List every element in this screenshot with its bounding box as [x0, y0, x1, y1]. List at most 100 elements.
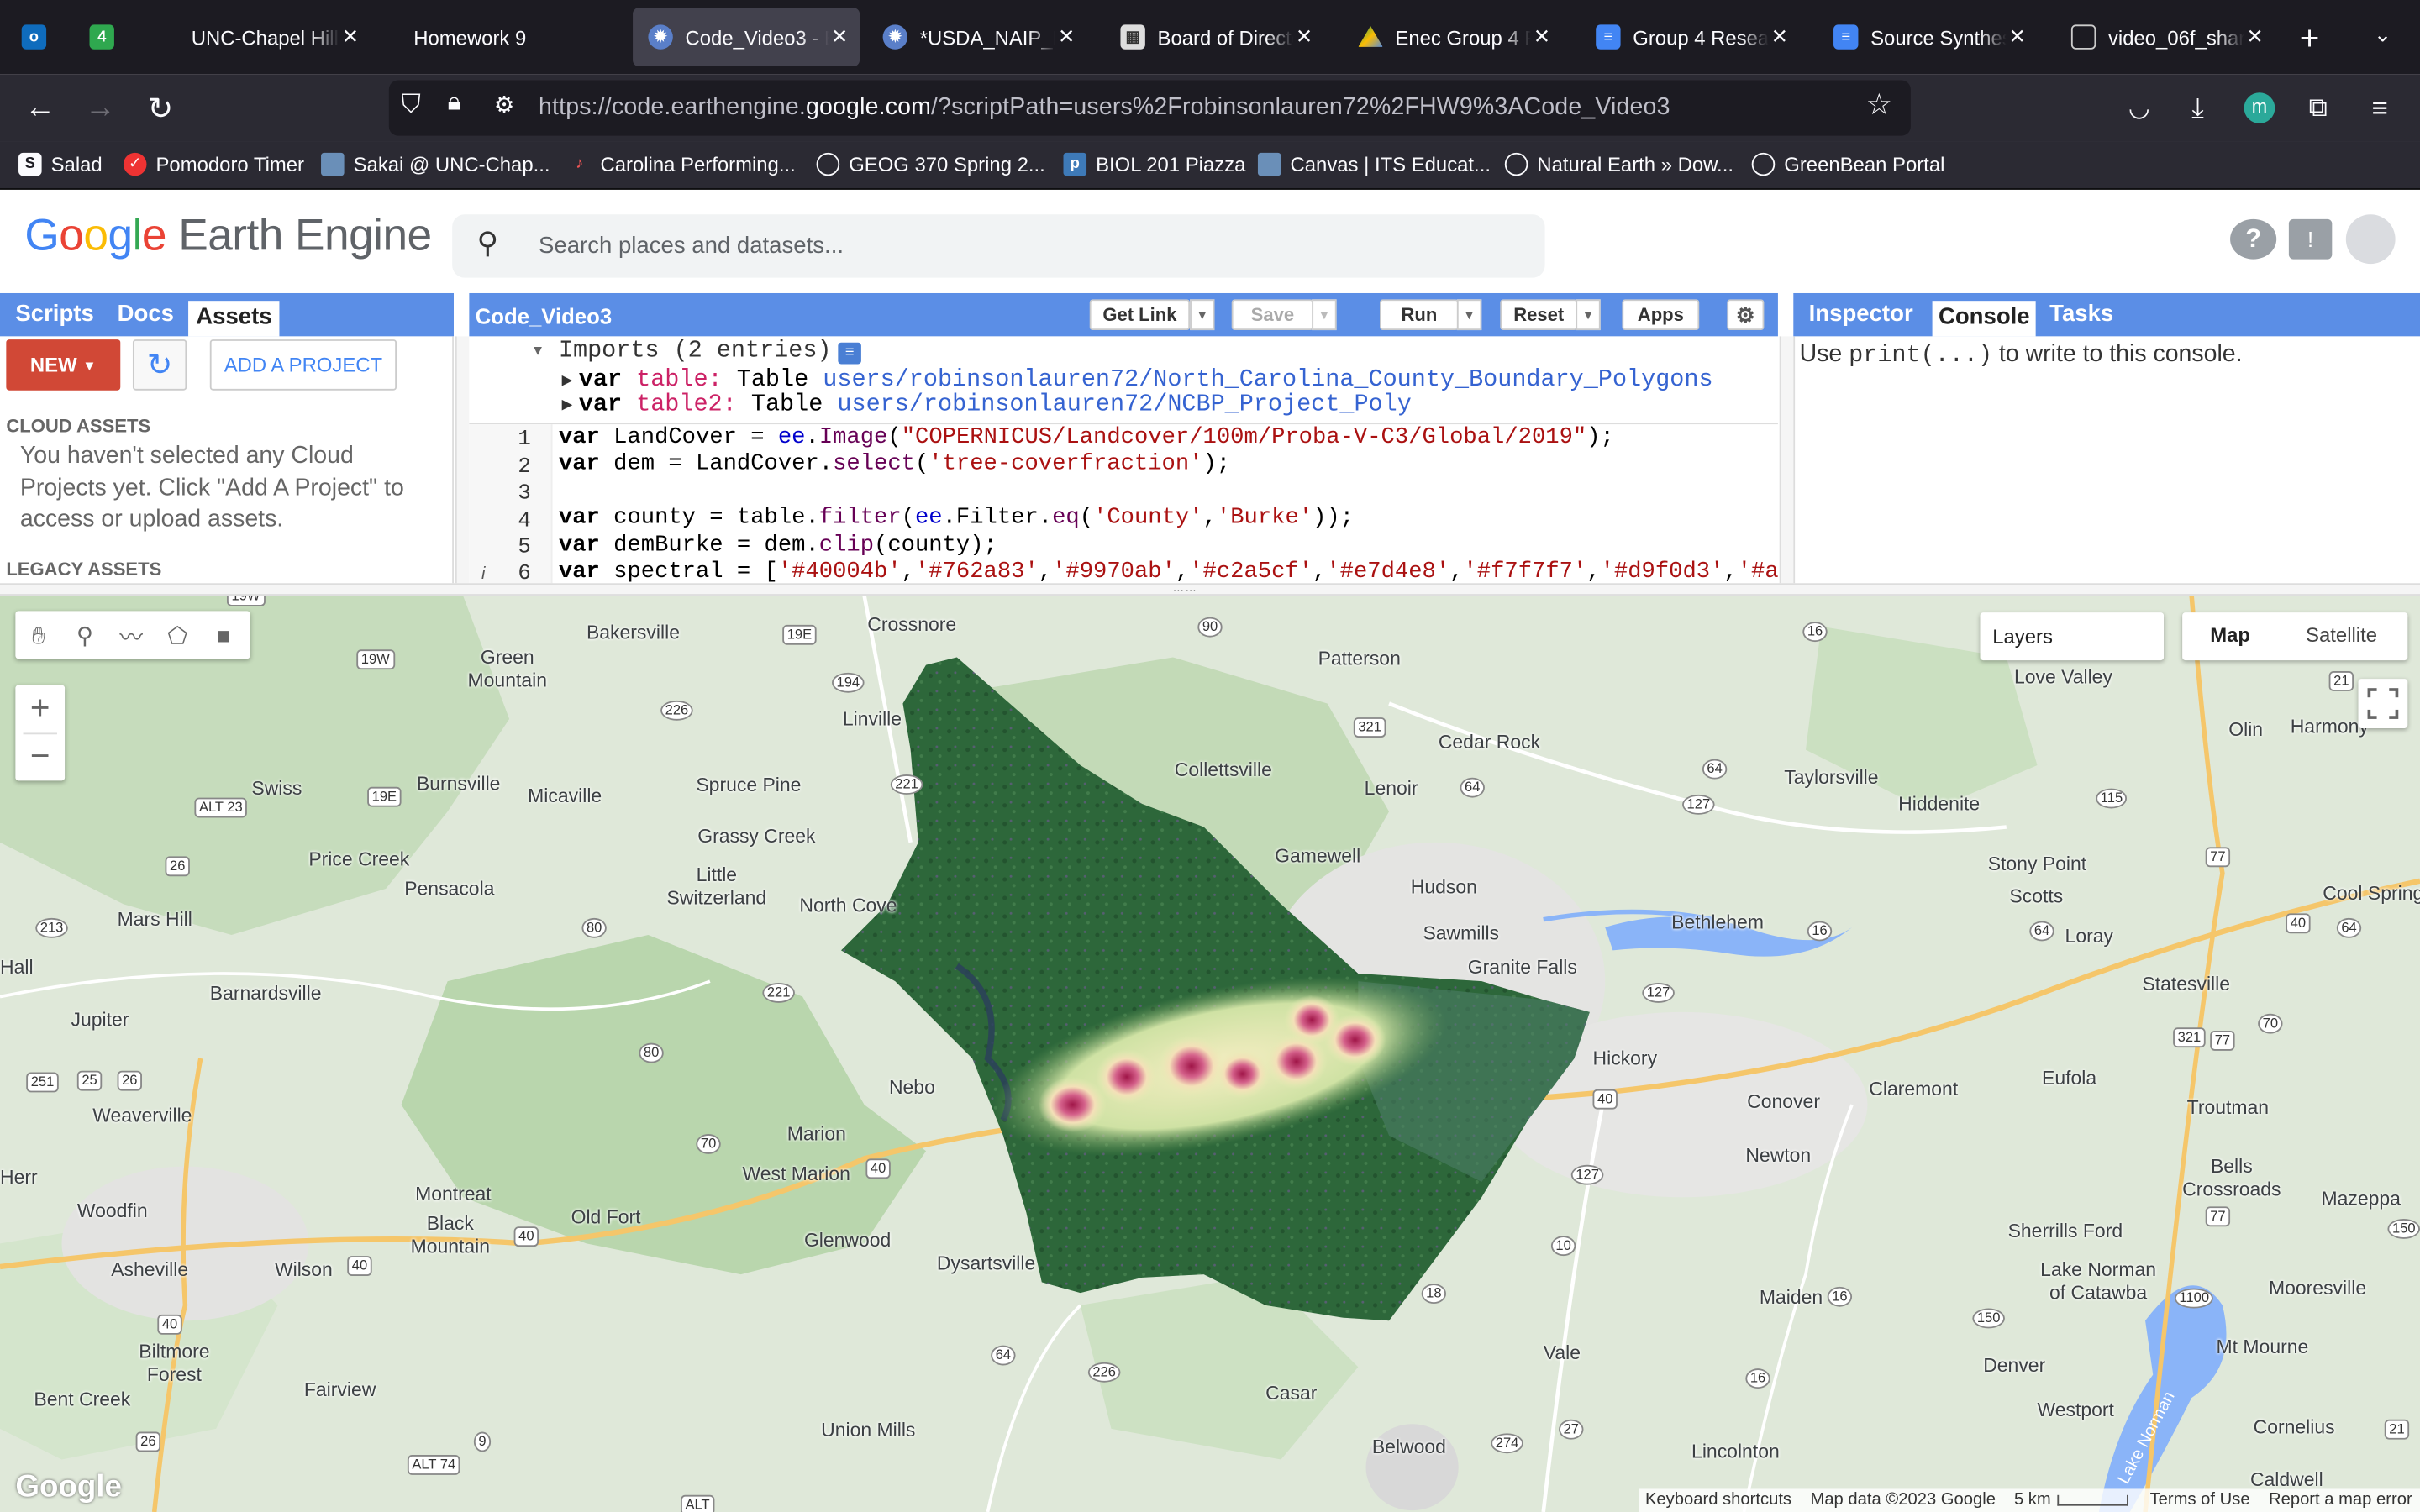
expand-icon[interactable]: ▶: [562, 372, 573, 389]
bookmark-salad[interactable]: S Salad: [18, 152, 103, 176]
zoom-in-icon[interactable]: +: [15, 685, 65, 733]
import-path[interactable]: users/robinsonlauren72/North_Carolina_Co…: [823, 365, 1712, 393]
avatar[interactable]: [2345, 214, 2396, 265]
bookmark-greenbean[interactable]: GreenBean Portal: [1751, 152, 1944, 176]
map-canvas[interactable]: Bakersville Crossnore Patterson Love Val…: [0, 595, 2420, 1512]
map-splitter[interactable]: [0, 583, 2420, 596]
bookmark-piazza[interactable]: p BIOL 201 Piazza: [1063, 152, 1245, 176]
search-icon[interactable]: ⚲: [477, 227, 499, 262]
shield-icon[interactable]: ⛉: [402, 90, 421, 121]
tab-board[interactable]: ▦ Board of Directo ✕: [1105, 8, 1324, 66]
imports-header[interactable]: Imports (2 entries): [559, 336, 832, 364]
bookmark-star-icon[interactable]: ☆: [1866, 88, 1892, 123]
code-line-6[interactable]: var spectral = ['#40004b','#762a83','#99…: [559, 560, 1833, 584]
map-type-map[interactable]: Map: [2210, 623, 2250, 647]
earth-engine-logo[interactable]: Google Earth Engine: [24, 212, 432, 263]
extensions-icon[interactable]: ⧉: [2296, 87, 2339, 129]
marker-icon[interactable]: ⚲: [66, 617, 103, 654]
list-tabs-icon[interactable]: ⌄: [2374, 22, 2392, 48]
close-icon[interactable]: ✕: [1769, 24, 1791, 49]
expand-icon[interactable]: ▶: [562, 396, 573, 413]
code-line-5[interactable]: var demBurke = dem.clip(county);: [559, 534, 997, 559]
back-icon[interactable]: ←: [18, 87, 61, 129]
pocket-icon[interactable]: ◡: [2118, 87, 2160, 129]
new-button[interactable]: NEW ▼: [6, 339, 121, 391]
import-path[interactable]: users/robinsonlauren72/NCBP_Project_Poly: [837, 391, 1411, 418]
hand-icon[interactable]: ✋︎: [20, 617, 57, 654]
tab-usda-naip[interactable]: ✹ *USDA_NAIP_D ✕: [867, 8, 1086, 66]
tab-console[interactable]: Console: [1932, 301, 2036, 337]
terms-link[interactable]: Terms of Use: [2150, 1490, 2250, 1509]
bookmark-carolina[interactable]: ♪ Carolina Performing...: [568, 153, 796, 176]
forward-icon[interactable]: →: [79, 87, 122, 129]
feedback-icon[interactable]: !: [2288, 218, 2333, 260]
refresh-icon[interactable]: ↻: [132, 339, 187, 391]
save-dropdown-icon[interactable]: ▼: [1312, 299, 1337, 331]
close-icon[interactable]: ✕: [1293, 24, 1315, 49]
code-line-2[interactable]: var dem = LandCover.select('tree-coverfr…: [559, 452, 1230, 476]
bookmark-natural-earth[interactable]: Natural Earth » Dow...: [1504, 152, 1733, 176]
menu-icon[interactable]: ≡: [2359, 87, 2402, 129]
rectangle-icon[interactable]: ■: [205, 617, 242, 654]
tab-scripts[interactable]: Scripts: [15, 301, 93, 327]
bookmark-sakai[interactable]: Sakai @ UNC-Chap...: [321, 152, 550, 176]
report-error-link[interactable]: Report a map error: [2269, 1490, 2412, 1509]
reset-button[interactable]: Reset: [1500, 299, 1578, 331]
tab-enec[interactable]: Enec Group 4 Pr ✕: [1343, 8, 1562, 66]
apps-button[interactable]: Apps: [1622, 299, 1700, 331]
collapse-icon[interactable]: ▼: [531, 343, 544, 358]
tab-code-video3[interactable]: ✹ Code_Video3 - E ✕: [633, 8, 860, 66]
url-text[interactable]: https://code.earthengine.google.com/?scr…: [539, 94, 1670, 122]
close-icon[interactable]: ✕: [339, 24, 361, 49]
close-icon[interactable]: ✕: [2244, 24, 2266, 49]
lock-icon[interactable]: 🔒︎: [448, 90, 461, 118]
layers-button[interactable]: Layers: [1980, 612, 2165, 661]
close-icon[interactable]: ✕: [1531, 24, 1553, 49]
get-link-button[interactable]: Get Link: [1089, 299, 1191, 331]
url-bar[interactable]: ⛉ 🔒︎ ⚙ https://code.earthengine.google.c…: [388, 80, 1911, 136]
tab-unc[interactable]: UNC-Chapel Hill Sin✕: [139, 8, 371, 66]
tab-video[interactable]: video_06f_share ✕: [2056, 8, 2275, 66]
tab-docs[interactable]: Docs: [118, 301, 174, 327]
legacy-assets-heading[interactable]: LEGACY ASSETS: [6, 559, 161, 580]
run-dropdown-icon[interactable]: ▼: [1456, 299, 1482, 331]
left-splitter[interactable]: [455, 336, 470, 584]
search-input[interactable]: Search places and datasets...: [539, 233, 844, 259]
bookmark-pomodoro[interactable]: ✓ Pomodoro Timer: [123, 152, 304, 176]
polygon-icon[interactable]: ⬠: [159, 617, 196, 654]
code-line-4[interactable]: var county = table.filter(ee.Filter.eq('…: [559, 506, 1354, 530]
code-line-1[interactable]: var LandCover = ee.Image("COPERNICUS/Lan…: [559, 426, 1614, 450]
fullscreen-icon[interactable]: [2358, 679, 2408, 728]
bookmark-geog[interactable]: GEOG 370 Spring 2...: [816, 152, 1045, 176]
tab-tasks[interactable]: Tasks: [2049, 301, 2113, 327]
import-row[interactable]: var table: Table users/robinsonlauren72/…: [579, 365, 1713, 393]
tab-homework[interactable]: Homework 9: [376, 8, 623, 66]
add-project-button[interactable]: ADD A PROJECT: [209, 339, 397, 391]
line-icon[interactable]: 〰: [113, 617, 150, 654]
imports-doc-icon[interactable]: ≡: [838, 342, 861, 365]
keyboard-shortcuts-link[interactable]: Keyboard shortcuts: [1645, 1490, 1791, 1509]
tab-outlook[interactable]: o: [6, 8, 61, 66]
gear-icon[interactable]: ⚙: [1727, 299, 1765, 331]
import-row[interactable]: var table2: Table users/robinsonlauren72…: [579, 391, 1412, 418]
help-icon[interactable]: ?: [2230, 218, 2277, 260]
tab-notion[interactable]: 4: [74, 8, 129, 66]
right-splitter[interactable]: [1779, 336, 1794, 584]
downloads-icon[interactable]: ⤓: [2176, 87, 2219, 129]
account-avatar[interactable]: m: [2244, 92, 2275, 123]
reset-dropdown-icon[interactable]: ▼: [1576, 299, 1601, 331]
permissions-icon[interactable]: ⚙: [494, 91, 515, 118]
new-tab-icon[interactable]: +: [2300, 18, 2320, 59]
tab-source[interactable]: ≡ Source Synthesi ✕: [1818, 8, 2038, 66]
tab-group4[interactable]: ≡ Group 4 Researc✕: [1581, 8, 1800, 66]
run-button[interactable]: Run: [1380, 299, 1459, 331]
map-type-satellite[interactable]: Satellite: [2306, 623, 2377, 647]
reload-icon[interactable]: ↻: [139, 87, 182, 129]
tab-assets[interactable]: Assets: [188, 301, 280, 337]
info-icon[interactable]: i: [481, 564, 486, 583]
save-button[interactable]: Save: [1231, 299, 1314, 331]
close-icon[interactable]: ✕: [2007, 24, 2028, 49]
get-link-dropdown-icon[interactable]: ▼: [1190, 299, 1215, 331]
bookmark-canvas[interactable]: Canvas | ITS Educat...: [1257, 152, 1491, 176]
zoom-out-icon[interactable]: −: [15, 732, 65, 780]
